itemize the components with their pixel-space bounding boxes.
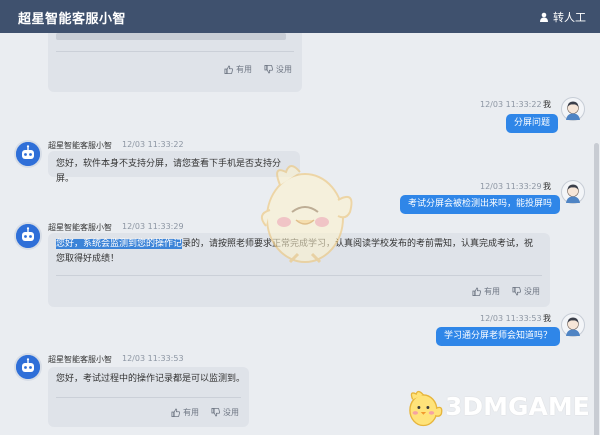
- bot-message-bubble: 您好，考试过程中的操作记录都是可以监测到。 有用 没用: [48, 367, 249, 427]
- dislike-label: 没用: [524, 287, 540, 296]
- bot-message-text[interactable]: 您好，软件本身不支持分屏，请您查看下手机是否支持分屏。: [56, 159, 281, 184]
- selected-text: 您好，系统会监测到您的操作记: [56, 239, 183, 249]
- dislike-label: 没用: [276, 65, 292, 74]
- person-icon: [540, 12, 548, 22]
- thumbs-up-icon: [224, 65, 233, 74]
- bot-name: 超星智能客服小智: [48, 141, 112, 150]
- thumbs-up-icon: [171, 408, 180, 417]
- divider: [56, 275, 542, 276]
- like-label: 有用: [236, 65, 252, 74]
- app-title: 超星智能客服小智: [18, 12, 127, 27]
- user-icon: [566, 184, 580, 203]
- user-message-bubble: 学习通分屏老师会知道吗？: [436, 327, 561, 346]
- user-avatar: [561, 313, 585, 337]
- like-button[interactable]: 有用: [224, 62, 252, 77]
- dislike-button[interactable]: 没用: [512, 284, 540, 299]
- message-time: 12/03 11:33:22: [480, 100, 542, 109]
- user-icon: [566, 317, 580, 336]
- feedback-actions: 有用 没用: [171, 405, 239, 420]
- user-avatar: [561, 180, 585, 204]
- divider: [56, 51, 294, 52]
- message-time: 12/03 11:33:53: [480, 314, 542, 323]
- dislike-button[interactable]: 没用: [211, 405, 239, 420]
- mascot-bird-watermark: [260, 165, 353, 264]
- cut-off-text: [56, 33, 286, 40]
- dislike-button[interactable]: 没用: [264, 62, 292, 77]
- bot-name: 超星智能客服小智: [48, 355, 112, 364]
- me-label: 我: [543, 182, 551, 191]
- me-label: 我: [543, 314, 551, 323]
- thumbs-down-icon: [512, 287, 521, 296]
- robot-icon: [16, 224, 40, 248]
- bot-message-partial: 有用 没用: [48, 33, 302, 92]
- robot-icon: [16, 142, 40, 166]
- chat-scrollbar[interactable]: [594, 143, 599, 435]
- like-button[interactable]: 有用: [472, 284, 500, 299]
- message-time: 12/03 11:33:22: [122, 140, 184, 149]
- transfer-to-agent-label: 转人工: [553, 11, 586, 24]
- thumbs-down-icon: [211, 408, 220, 417]
- robot-icon: [16, 355, 40, 379]
- transfer-to-agent-button[interactable]: 转人工: [539, 9, 586, 25]
- user-icon: [566, 101, 580, 120]
- feedback-actions: 有用 没用: [224, 62, 292, 77]
- divider: [56, 397, 241, 398]
- dislike-label: 没用: [223, 408, 239, 417]
- bot-message-text[interactable]: 您好，考试过程中的操作记录都是可以监测到。: [56, 372, 245, 387]
- user-message-bubble: 考试分屏会被检测出来吗，能投屏吗: [400, 195, 561, 214]
- bot-name: 超星智能客服小智: [48, 223, 112, 232]
- bot-avatar: [16, 355, 40, 379]
- bot-avatar: [16, 142, 40, 166]
- message-time: 12/03 11:33:29: [122, 222, 184, 231]
- message-time: 12/03 11:33:29: [480, 182, 542, 191]
- top-bar: 超星智能客服小智 转人工: [0, 0, 600, 33]
- like-label: 有用: [183, 408, 199, 417]
- user-message-bubble: 分屏问题: [506, 114, 559, 133]
- bot-avatar: [16, 224, 40, 248]
- user-avatar: [561, 97, 585, 121]
- thumbs-up-icon: [472, 287, 481, 296]
- me-label: 我: [543, 100, 551, 109]
- mascot-bird-logo: [409, 390, 443, 427]
- feedback-actions: 有用 没用: [472, 284, 540, 299]
- like-button[interactable]: 有用: [171, 405, 199, 420]
- thumbs-down-icon: [264, 65, 273, 74]
- like-label: 有用: [484, 287, 500, 296]
- watermark-text: 3DMGAME: [445, 392, 590, 421]
- message-time: 12/03 11:33:53: [122, 354, 184, 363]
